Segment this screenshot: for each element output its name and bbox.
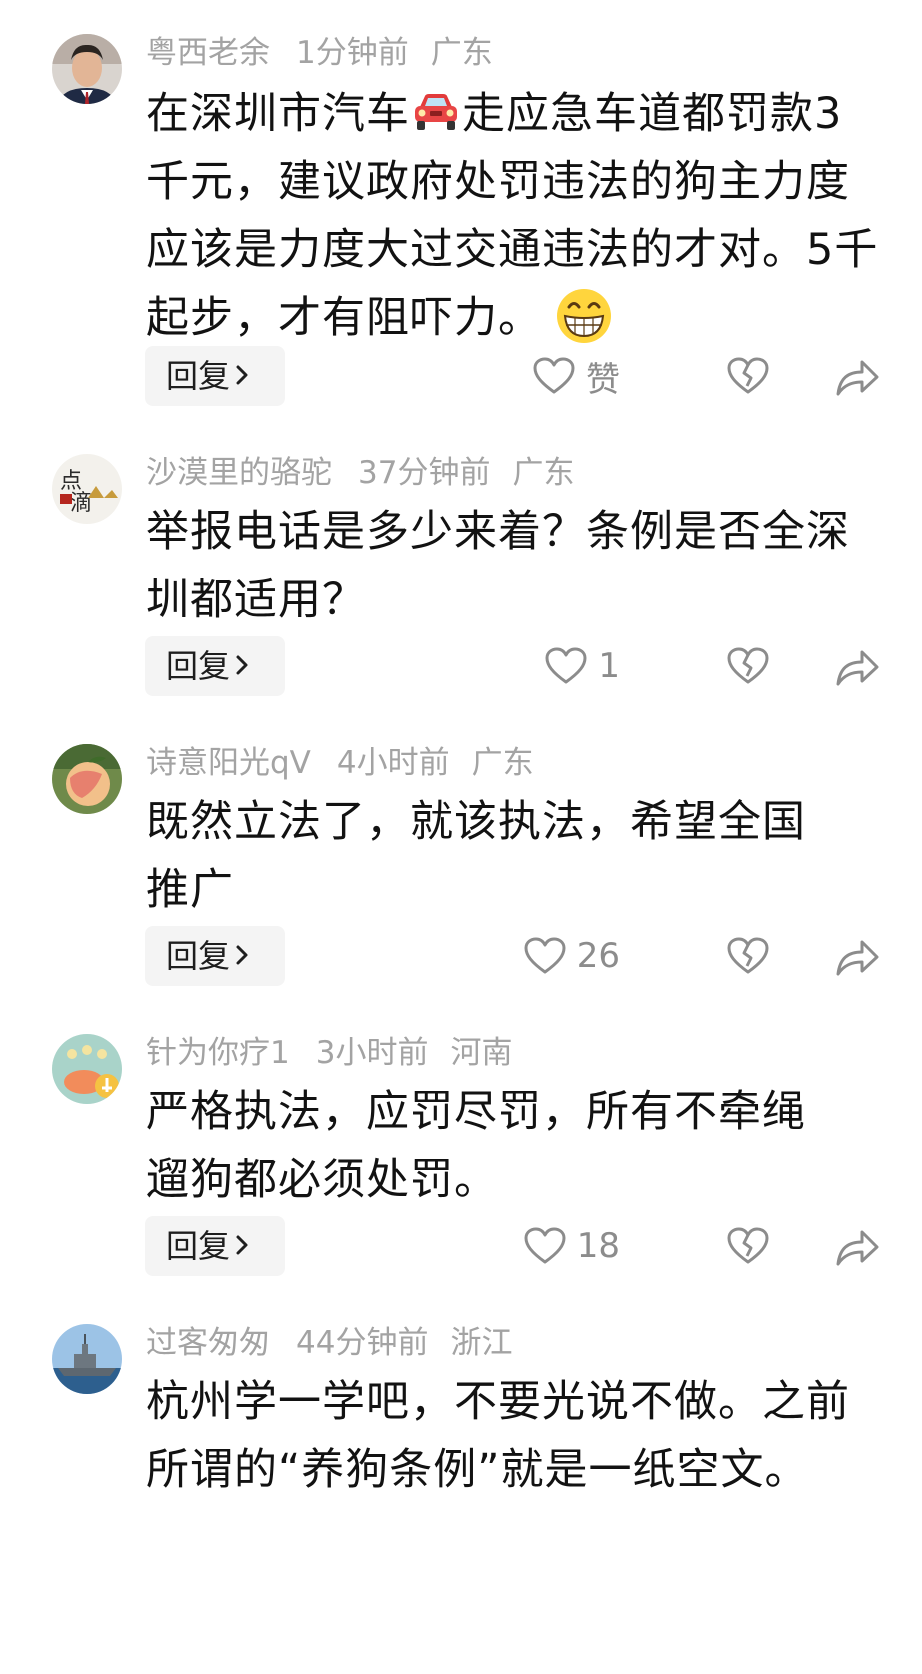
share-arrow-icon[interactable] [834, 1226, 880, 1268]
comment-text: 杭州学一学吧，不要光说不做。之前所谓的“养狗条例”就是一纸空文。 [146, 1377, 850, 1495]
like-count: 18 [576, 1226, 620, 1266]
comment-meta: 过客匆匆 44分钟前 浙江 [146, 1322, 534, 1364]
reply-label: 回复 [166, 357, 231, 395]
warship-avatar-icon [52, 1324, 122, 1394]
comment-time: 1分钟前 [296, 35, 409, 71]
reply-label: 回复 [166, 937, 231, 975]
comment-meta: 针为你疗1 3小时前 河南 [146, 1032, 534, 1074]
reply-label: 回复 [166, 647, 231, 685]
reply-button[interactable]: 回复 [145, 346, 285, 406]
username[interactable]: 过客匆匆 [146, 1325, 270, 1361]
heart-icon [545, 647, 587, 684]
comment-location: 广东 [512, 455, 575, 491]
like-button[interactable]: 1 [544, 636, 620, 696]
heart-icon [533, 357, 575, 394]
like-button[interactable]: 赞 [532, 346, 620, 406]
peach-avatar-icon [52, 744, 122, 814]
comment-text: 举报电话是多少来着？条例是否全深圳都适用？ [146, 507, 850, 625]
username[interactable]: 针为你疗1 [146, 1035, 290, 1071]
chevron-right-icon [236, 365, 248, 385]
comment-time: 44分钟前 [296, 1325, 429, 1361]
comment-location: 广东 [430, 35, 493, 71]
like-count: 1 [598, 646, 620, 686]
like-button[interactable]: 26 [523, 926, 620, 986]
comment-text: 既然立法了，就该执法，希望全国推广 [146, 797, 806, 915]
grinning-face-emoji-icon [557, 288, 611, 343]
calligraphy-avatar-icon: 点 滴 [52, 454, 122, 524]
broken-heart-icon[interactable] [726, 934, 770, 978]
username[interactable]: 沙漠里的骆驼 [146, 455, 332, 491]
user-avatar[interactable]: 点 滴 [52, 454, 122, 524]
comment-location: 广东 [471, 745, 534, 781]
comment-text-part: 在深圳市汽车 [146, 89, 410, 139]
heart-icon [524, 937, 566, 974]
reply-button[interactable]: 回复 [145, 636, 285, 696]
comment-location: 浙江 [450, 1325, 513, 1361]
man-portrait-avatar-icon [52, 34, 122, 104]
user-avatar[interactable] [52, 1034, 122, 1104]
chevron-right-icon [236, 655, 248, 675]
share-arrow-icon[interactable] [834, 356, 880, 398]
comment-text: 严格执法，应罚尽罚，所有不牵绳遛狗都必须处罚。 [146, 1087, 806, 1205]
comment-text: 在深圳市汽车 走应急车道都罚款3千元，建议政府处罚违法的狗主力度应该是力度大过交… [146, 80, 886, 352]
cartoon-avatar-icon [52, 1034, 122, 1104]
comment-time: 3小时前 [315, 1035, 429, 1071]
user-avatar[interactable] [52, 34, 122, 104]
reply-button[interactable]: 回复 [145, 1216, 285, 1276]
reply-button[interactable]: 回复 [145, 926, 285, 986]
like-button[interactable]: 18 [523, 1216, 620, 1276]
comment-meta: 粤西老余 1分钟前 广东 [146, 32, 515, 74]
share-arrow-icon[interactable] [834, 936, 880, 978]
comment-time: 37分钟前 [358, 455, 491, 491]
user-avatar[interactable] [52, 744, 122, 814]
broken-heart-icon[interactable] [726, 354, 770, 398]
red-car-emoji-icon [415, 93, 457, 130]
comment-time: 4小时前 [336, 745, 450, 781]
username[interactable]: 诗意阳光qV [146, 745, 311, 781]
broken-heart-icon[interactable] [726, 644, 770, 688]
svg-text:滴: 滴 [70, 491, 92, 516]
heart-icon [524, 1227, 566, 1264]
username[interactable]: 粤西老余 [146, 35, 270, 71]
chevron-right-icon [236, 945, 248, 965]
share-arrow-icon[interactable] [834, 646, 880, 688]
user-avatar[interactable] [52, 1324, 122, 1394]
comment-location: 河南 [450, 1035, 513, 1071]
like-count: 26 [576, 936, 620, 976]
broken-heart-icon[interactable] [726, 1224, 770, 1268]
comment-meta: 沙漠里的骆驼 37分钟前 广东 [146, 452, 596, 494]
reply-label: 回复 [166, 1227, 231, 1265]
comment-meta: 诗意阳光qV 4小时前 广东 [146, 742, 556, 784]
like-label: 赞 [586, 359, 620, 400]
chevron-right-icon [236, 1235, 248, 1255]
